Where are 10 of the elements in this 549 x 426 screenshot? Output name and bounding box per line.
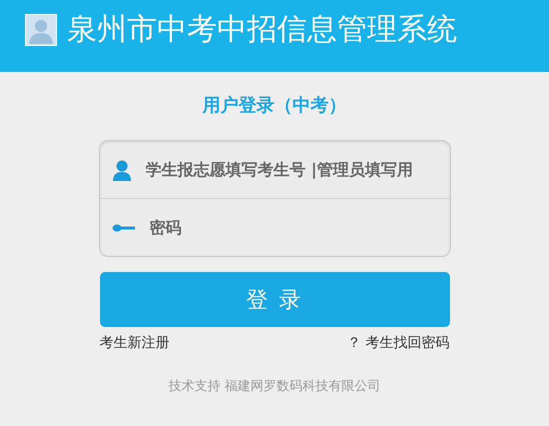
register-link[interactable]: 考生新注册 xyxy=(100,333,170,353)
avatar-icon xyxy=(25,14,57,46)
user-icon xyxy=(112,158,132,180)
footer-text: 技术支持 福建网罗数码科技有限公司 xyxy=(168,378,381,395)
app-title: 泉州市中考中招信息管理系统 xyxy=(67,12,457,48)
key-icon xyxy=(112,222,136,232)
username-field[interactable]: 学生报志愿填写考生号 |管理员填写用 xyxy=(146,160,446,179)
login-heading: 用户登录（中考） xyxy=(202,94,346,118)
recover-password-link[interactable]: ？ 考生找回密码 xyxy=(347,333,450,353)
password-field[interactable]: 密码 xyxy=(150,218,450,237)
